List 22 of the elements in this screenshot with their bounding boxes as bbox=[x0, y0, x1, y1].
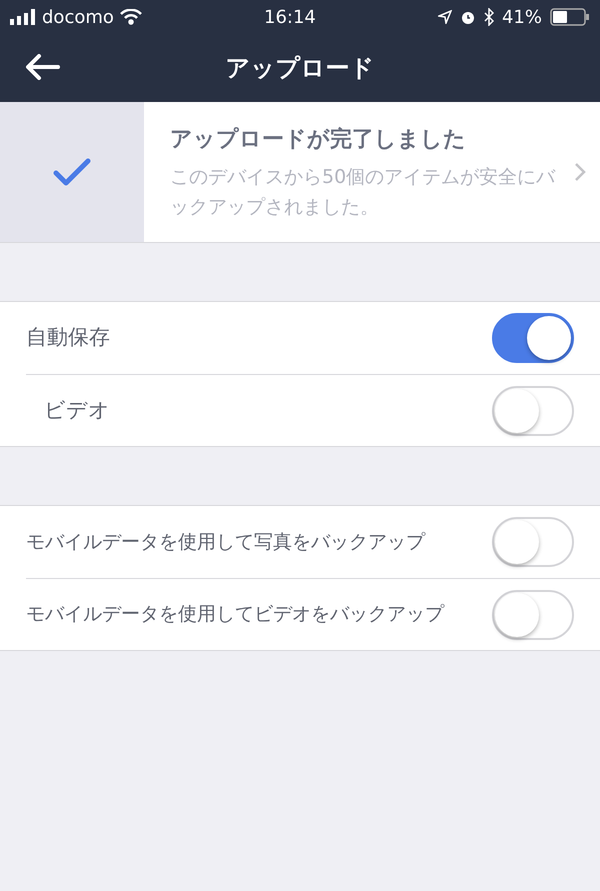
battery-icon bbox=[550, 8, 590, 26]
back-button[interactable] bbox=[26, 54, 60, 80]
upload-complete-banner[interactable]: アップロードが完了しました このデバイスから50個のアイテムが安全にバックアップされました。 bbox=[0, 102, 600, 243]
setting-label: モバイルデータを使用して写真をバックアップ bbox=[26, 530, 426, 555]
banner-message: このデバイスから50個のアイテムが安全にバックアップされました。 bbox=[170, 164, 556, 220]
clock-time: 16:14 bbox=[264, 6, 316, 30]
chevron-right-icon bbox=[574, 162, 586, 182]
setting-label: モバイルデータを使用してビデオをバックアップ bbox=[26, 602, 446, 628]
carrier-name: docomo bbox=[42, 6, 114, 30]
toggle-switch[interactable] bbox=[492, 313, 574, 363]
back-arrow-icon bbox=[26, 54, 60, 80]
battery-percent: 41% bbox=[502, 6, 542, 30]
wifi-icon bbox=[120, 9, 142, 25]
location-icon bbox=[438, 10, 452, 24]
signal-icon bbox=[10, 9, 36, 25]
banner-title: アップロードが完了しました bbox=[170, 126, 467, 154]
setting-label: ビデオ bbox=[43, 396, 111, 424]
alarm-icon bbox=[460, 9, 476, 25]
screen-title: アップロード bbox=[226, 53, 374, 84]
setting-label: 自動保存 bbox=[26, 324, 111, 352]
bluetooth-icon bbox=[484, 8, 494, 26]
check-icon bbox=[53, 158, 91, 186]
